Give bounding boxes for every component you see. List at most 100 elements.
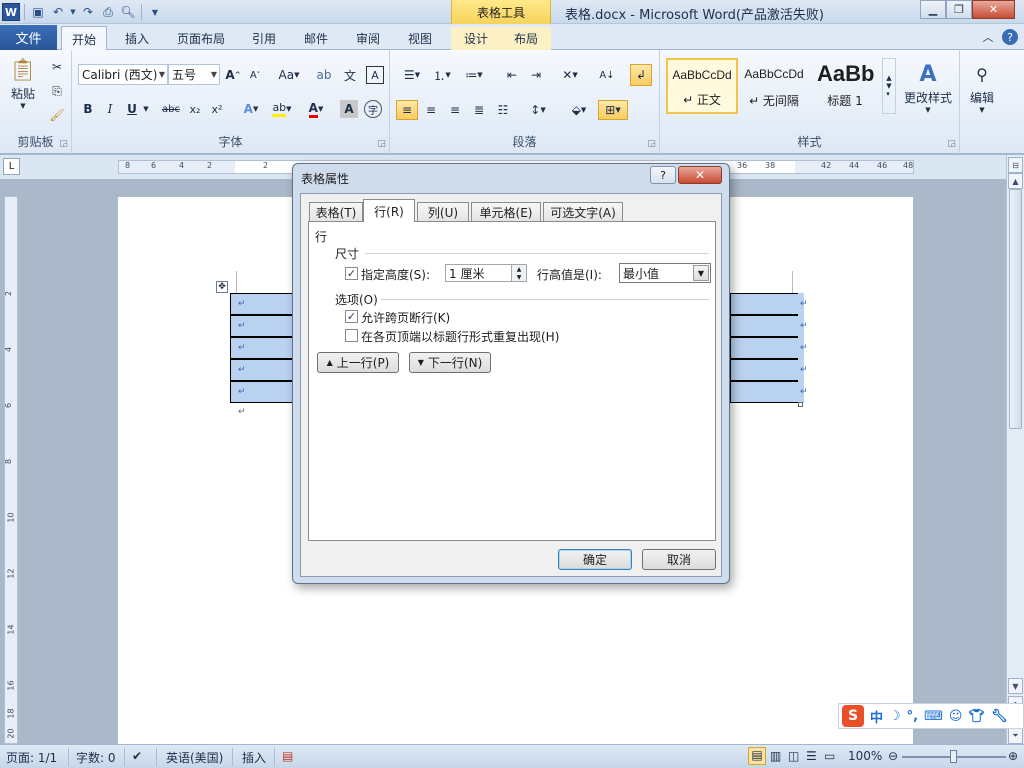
full-screen-reading-icon[interactable]: ▥ bbox=[770, 749, 781, 763]
style-normal[interactable]: AaBbCcDd ↵ 正文 bbox=[666, 58, 738, 114]
ime-user-icon[interactable]: ☺ bbox=[949, 709, 963, 724]
enclose-char-icon[interactable]: 字 bbox=[364, 100, 382, 118]
numbering-button[interactable]: ⒈ ▼ bbox=[428, 66, 456, 84]
char-border-button[interactable]: A bbox=[366, 66, 384, 84]
align-center-button[interactable]: ≡ bbox=[420, 100, 442, 120]
line-spacing-button[interactable]: ↕ ▼ bbox=[524, 100, 552, 120]
tab-file[interactable]: 文件 bbox=[0, 25, 57, 50]
tab-selector-icon[interactable]: L bbox=[3, 158, 20, 175]
distributed-button[interactable]: ☷ bbox=[492, 100, 514, 120]
scroll-up-icon[interactable]: ▲ bbox=[1008, 173, 1023, 189]
next-page-icon[interactable]: ⏷ bbox=[1008, 728, 1023, 744]
tab-table-layout[interactable]: 布局 bbox=[501, 27, 551, 50]
copy-icon[interactable]: ⎘ bbox=[48, 82, 66, 100]
word-app-icon[interactable]: W bbox=[2, 3, 20, 21]
zoom-slider-knob[interactable] bbox=[950, 750, 957, 763]
table-row[interactable] bbox=[730, 359, 800, 381]
tab-table[interactable]: 表格(T) bbox=[309, 202, 363, 221]
font-name-combo[interactable]: Calibri (西文) ▼ bbox=[78, 64, 168, 85]
grow-font-button[interactable]: A ^ bbox=[224, 66, 242, 84]
cancel-button[interactable]: 取消 bbox=[642, 549, 716, 570]
quick-print-icon[interactable]: 🔍︎ bbox=[119, 3, 137, 21]
ime-fullwidth-icon[interactable]: ☽ bbox=[889, 709, 901, 724]
font-size-combo[interactable]: 五号 ▼ bbox=[168, 64, 220, 85]
justify-button[interactable]: ≣ bbox=[468, 100, 490, 120]
decrease-indent-icon[interactable]: ⇤ bbox=[502, 66, 522, 84]
chinese-layout-button[interactable]: ✕ ▼ bbox=[556, 66, 584, 84]
increase-indent-icon[interactable]: ⇥ bbox=[526, 66, 546, 84]
tab-insert[interactable]: 插入 bbox=[114, 27, 160, 50]
language-indicator[interactable]: 英语(美国) bbox=[166, 749, 223, 766]
close-window-icon[interactable]: ✕ bbox=[972, 0, 1015, 19]
minimize-ribbon-icon[interactable]: ︿ bbox=[980, 29, 996, 45]
ime-skin-icon[interactable]: 👕︎ bbox=[968, 709, 985, 724]
macro-record-icon[interactable]: ▤ bbox=[282, 749, 293, 763]
borders-button[interactable]: ⊞ ▼ bbox=[598, 100, 628, 120]
specify-height-checkbox[interactable]: ✓ bbox=[345, 267, 358, 280]
text-effects-button[interactable]: A ▼ bbox=[238, 100, 264, 118]
print-layout-view-icon[interactable]: ▤ bbox=[748, 747, 766, 765]
styles-scroll-buttons[interactable]: ▲ ▼ ▾ bbox=[882, 58, 896, 114]
ime-tools-icon[interactable]: 🔧︎ bbox=[991, 709, 1008, 724]
change-case-button[interactable]: Aa ▼ bbox=[276, 66, 302, 84]
sort-icon[interactable]: A↓ bbox=[596, 66, 618, 84]
minimize-icon[interactable]: ▁ bbox=[920, 0, 946, 19]
row-height-mode-select[interactable]: 最小值 ▼ bbox=[619, 263, 711, 283]
phonetic-guide-icon[interactable]: ab bbox=[314, 66, 334, 84]
ime-language-toggle[interactable]: 中 bbox=[870, 707, 883, 726]
change-styles-button[interactable]: A 更改样式 ▼ bbox=[900, 56, 956, 118]
table-row[interactable] bbox=[730, 381, 800, 403]
height-down-icon[interactable]: ▼ bbox=[511, 273, 526, 281]
align-left-button[interactable]: ≡ bbox=[396, 100, 418, 120]
tab-mailings[interactable]: 邮件 bbox=[296, 27, 336, 50]
tab-view[interactable]: 视图 bbox=[400, 27, 440, 50]
restore-icon[interactable]: ❐ bbox=[946, 0, 972, 19]
tab-cell[interactable]: 单元格(E) bbox=[471, 202, 541, 221]
allow-break-checkbox[interactable]: ✓ bbox=[345, 310, 358, 323]
font-color-button[interactable]: A ▼ bbox=[302, 100, 330, 118]
tab-row[interactable]: 行(R) bbox=[363, 199, 415, 222]
clear-format-icon[interactable]: 文 bbox=[340, 66, 360, 84]
char-shading-button[interactable]: A bbox=[340, 100, 358, 118]
draft-view-icon[interactable]: ▭ bbox=[824, 749, 835, 763]
print-preview-icon[interactable]: ⎙ bbox=[99, 3, 117, 21]
word-count[interactable]: 字数: 0 bbox=[76, 749, 116, 766]
tab-review[interactable]: 审阅 bbox=[348, 27, 388, 50]
subscript-button[interactable]: x₂ bbox=[186, 100, 204, 118]
sogou-logo-icon[interactable]: S bbox=[842, 705, 864, 727]
shrink-font-button[interactable]: A ˅ bbox=[246, 66, 264, 84]
previous-row-button[interactable]: ▲ 上一行(P) bbox=[317, 352, 399, 373]
underline-dropdown-icon[interactable]: ▼ bbox=[142, 100, 150, 118]
highlight-color-button[interactable]: ab ▼ bbox=[268, 100, 296, 118]
tab-alt-text[interactable]: 可选文字(A) bbox=[543, 202, 623, 221]
zoom-out-icon[interactable]: ⊖ bbox=[888, 749, 898, 763]
ok-button[interactable]: 确定 bbox=[558, 549, 632, 570]
redo-icon[interactable]: ↷ bbox=[79, 3, 97, 21]
outline-view-icon[interactable]: ☰ bbox=[806, 749, 817, 763]
help-icon[interactable]: ? bbox=[1002, 29, 1018, 45]
tab-table-design[interactable]: 设计 bbox=[451, 27, 501, 50]
font-launcher-icon[interactable]: ◲ bbox=[377, 139, 386, 149]
ruler-toggle-icon[interactable]: ⊟ bbox=[1008, 157, 1023, 173]
customize-qat-icon[interactable]: ▼ bbox=[146, 3, 164, 21]
scroll-thumb[interactable] bbox=[1009, 189, 1022, 429]
multilevel-list-button[interactable]: ≔ ▼ bbox=[460, 66, 488, 84]
next-row-button[interactable]: ▼ 下一行(N) bbox=[409, 352, 491, 373]
bullets-button[interactable]: ☰ ▼ bbox=[398, 66, 426, 84]
editing-button[interactable]: ⚲ 编辑 ▼ bbox=[964, 56, 1000, 118]
italic-button[interactable]: I bbox=[102, 100, 118, 118]
clipboard-launcher-icon[interactable]: ◲ bbox=[59, 139, 68, 149]
table-row[interactable] bbox=[730, 293, 800, 315]
shading-button[interactable]: ⬙ ▼ bbox=[564, 100, 594, 120]
tab-page-layout[interactable]: 页面布局 bbox=[170, 27, 232, 50]
height-up-icon[interactable]: ▲ bbox=[511, 265, 526, 273]
table-row[interactable] bbox=[730, 315, 800, 337]
underline-button[interactable]: U bbox=[124, 100, 140, 118]
paragraph-launcher-icon[interactable]: ◲ bbox=[647, 139, 656, 149]
table-move-handle-icon[interactable]: ✥ bbox=[216, 281, 228, 293]
web-layout-icon[interactable]: ◫ bbox=[788, 749, 799, 763]
ime-punctuation-icon[interactable]: °, bbox=[907, 709, 918, 724]
undo-dropdown-icon[interactable]: ▼ bbox=[69, 3, 77, 21]
table-row[interactable] bbox=[730, 337, 800, 359]
repeat-header-checkbox[interactable] bbox=[345, 329, 358, 342]
